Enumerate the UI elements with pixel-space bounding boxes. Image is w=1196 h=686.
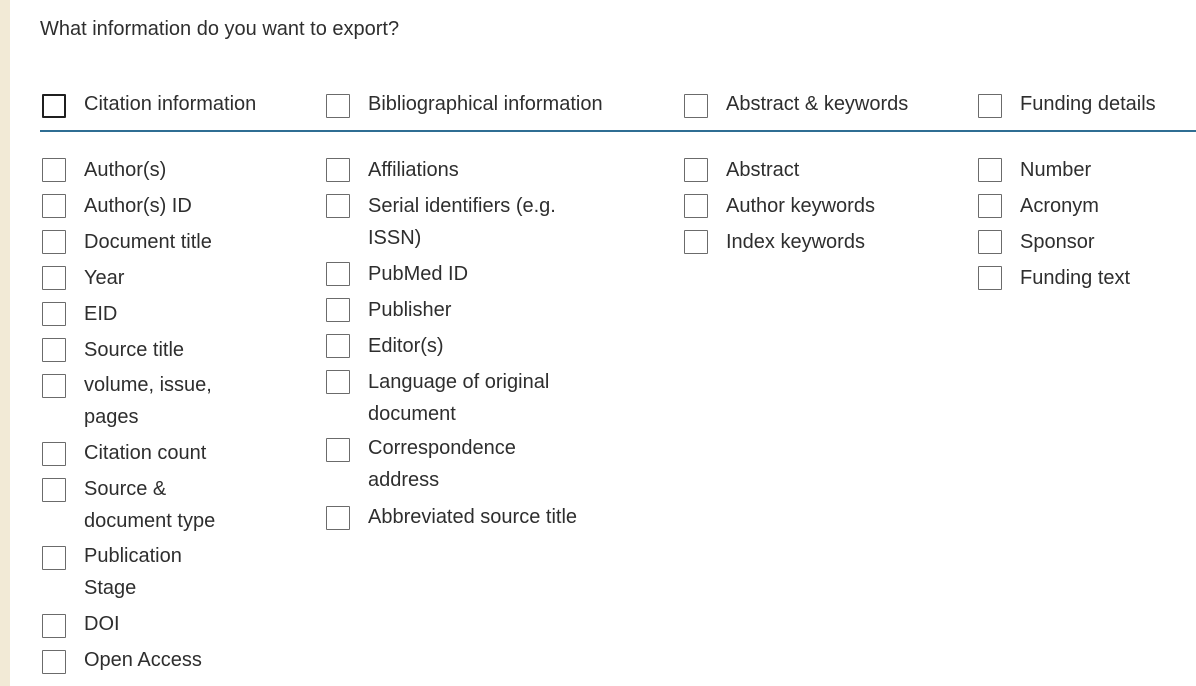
index-keywords-label: Index keywords bbox=[726, 231, 865, 253]
index-keywords-checkbox[interactable] bbox=[684, 230, 708, 254]
document-title-label: Document title bbox=[84, 231, 212, 253]
author-id-checkbox[interactable] bbox=[42, 194, 66, 218]
abbreviated-source-title-checkbox[interactable] bbox=[326, 506, 350, 530]
volume-issue-pages-label-line1: volume, issue, bbox=[84, 374, 212, 396]
eid-label: EID bbox=[84, 303, 118, 325]
abstract-label: Abstract bbox=[726, 159, 800, 181]
funding-text-label: Funding text bbox=[1020, 267, 1131, 289]
publisher-label: Publisher bbox=[368, 299, 452, 321]
language-of-original-document-label-line2: document bbox=[368, 403, 456, 425]
open-access-checkbox[interactable] bbox=[42, 650, 66, 674]
editors-label: Editor(s) bbox=[368, 335, 444, 357]
publication-stage-checkbox[interactable] bbox=[42, 546, 66, 570]
eid-checkbox[interactable] bbox=[42, 302, 66, 326]
funding-details-label: Funding details bbox=[1020, 93, 1156, 115]
sponsor-checkbox[interactable] bbox=[978, 230, 1002, 254]
correspondence-address-checkbox[interactable] bbox=[326, 438, 350, 462]
document-title-checkbox[interactable] bbox=[42, 230, 66, 254]
author-label: Author(s) bbox=[84, 159, 167, 181]
source-title-label: Source title bbox=[84, 339, 185, 361]
citation-information-label: Citation information bbox=[84, 93, 257, 115]
abbreviated-source-title-label: Abbreviated source title bbox=[368, 506, 578, 528]
funding-text-checkbox[interactable] bbox=[978, 266, 1002, 290]
volume-issue-pages-label-line2: pages bbox=[84, 406, 139, 428]
bibliographical-information-checkbox[interactable] bbox=[326, 94, 350, 118]
source-title-checkbox[interactable] bbox=[42, 338, 66, 362]
source-document-type-checkbox[interactable] bbox=[42, 478, 66, 502]
publication-stage-label-line2: Stage bbox=[84, 577, 137, 599]
author-keywords-checkbox[interactable] bbox=[684, 194, 708, 218]
sponsor-label: Sponsor bbox=[1020, 231, 1095, 253]
export-question: What information do you want to export? bbox=[40, 18, 400, 40]
pubmed-id-checkbox[interactable] bbox=[326, 262, 350, 286]
acronym-label: Acronym bbox=[1020, 195, 1099, 217]
correspondence-address-label-line2: address bbox=[368, 469, 440, 491]
year-checkbox[interactable] bbox=[42, 266, 66, 290]
author-checkbox[interactable] bbox=[42, 158, 66, 182]
header-divider bbox=[40, 130, 1196, 132]
affiliations-label: Affiliations bbox=[368, 159, 459, 181]
source-document-type-label-line2: document type bbox=[84, 510, 216, 532]
doi-checkbox[interactable] bbox=[42, 614, 66, 638]
number-checkbox[interactable] bbox=[978, 158, 1002, 182]
number-label: Number bbox=[1020, 159, 1092, 181]
serial-identifiers-checkbox[interactable] bbox=[326, 194, 350, 218]
citation-count-checkbox[interactable] bbox=[42, 442, 66, 466]
citation-count-label: Citation count bbox=[84, 442, 207, 464]
language-of-original-document-label-line1: Language of original bbox=[368, 371, 550, 393]
publication-stage-label-line1: Publication bbox=[84, 545, 182, 567]
abstract-keywords-checkbox[interactable] bbox=[684, 94, 708, 118]
correspondence-address-label-line1: Correspondence bbox=[368, 437, 516, 459]
volume-issue-pages-checkbox[interactable] bbox=[42, 374, 66, 398]
abstract-keywords-label: Abstract & keywords bbox=[726, 93, 909, 115]
abstract-checkbox[interactable] bbox=[684, 158, 708, 182]
author-keywords-label: Author keywords bbox=[726, 195, 875, 217]
language-of-original-document-checkbox[interactable] bbox=[326, 370, 350, 394]
year-label: Year bbox=[84, 267, 125, 289]
serial-identifiers-label-line2: ISSN) bbox=[368, 227, 422, 249]
serial-identifiers-label-line1: Serial identifiers (e.g. bbox=[368, 195, 556, 217]
author-id-label: Author(s) ID bbox=[84, 195, 192, 217]
doi-label: DOI bbox=[84, 613, 120, 635]
open-access-label: Open Access bbox=[84, 649, 202, 671]
source-document-type-label-line1: Source & bbox=[84, 478, 167, 500]
pubmed-id-label: PubMed ID bbox=[368, 263, 469, 285]
acronym-checkbox[interactable] bbox=[978, 194, 1002, 218]
export-options-panel: What information do you want to export? … bbox=[10, 0, 1196, 686]
publisher-checkbox[interactable] bbox=[326, 298, 350, 322]
editors-checkbox[interactable] bbox=[326, 334, 350, 358]
funding-details-checkbox[interactable] bbox=[978, 94, 1002, 118]
citation-information-checkbox[interactable] bbox=[42, 94, 66, 118]
bibliographical-information-label: Bibliographical information bbox=[368, 93, 603, 115]
affiliations-checkbox[interactable] bbox=[326, 158, 350, 182]
